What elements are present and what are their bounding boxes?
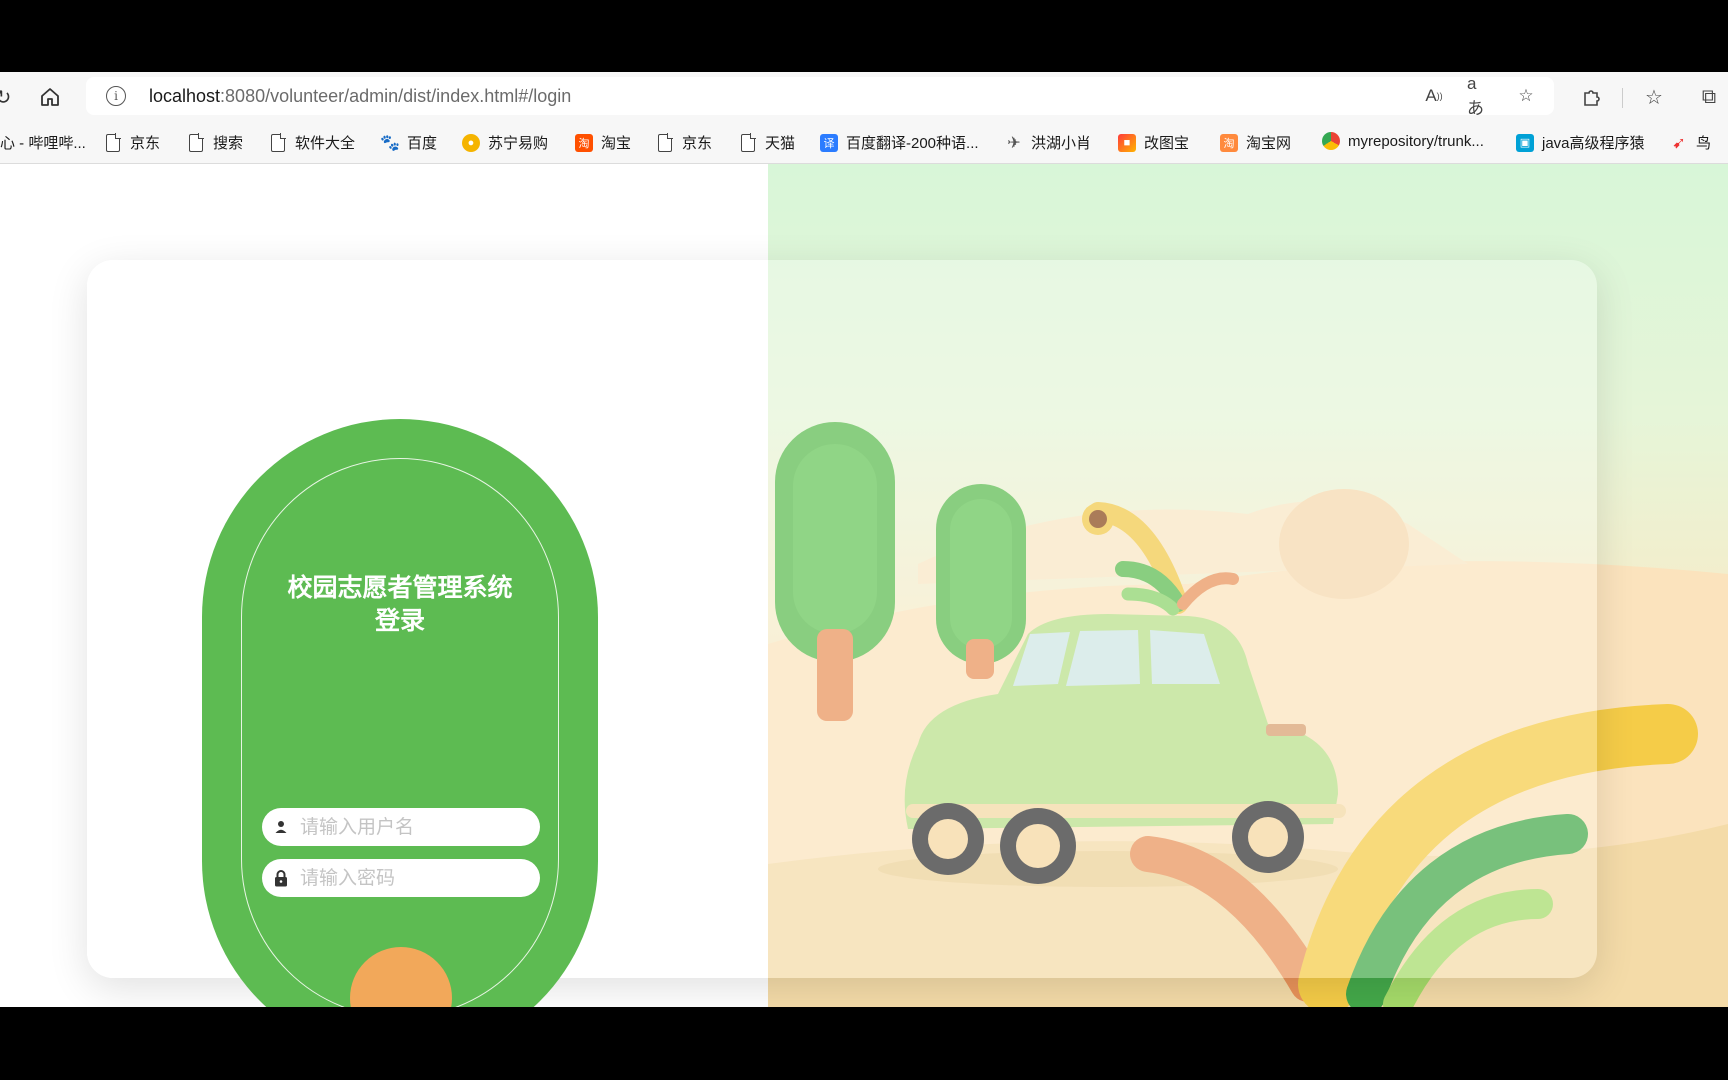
bookmark-item[interactable]: ➹ 鸟 [1670, 132, 1711, 153]
password-field[interactable] [262, 859, 540, 897]
bookmark-item[interactable]: 淘淘宝网 [1220, 132, 1291, 153]
gaitubao-icon: ■ [1118, 133, 1136, 152]
bookmark-item[interactable]: myrepository/trunk... [1322, 132, 1484, 150]
bird-icon: ➹ [1672, 134, 1686, 152]
chrome-icon [1322, 132, 1340, 150]
page-icon [271, 132, 286, 152]
bookmark-item[interactable]: ✈ 洪湖小肖 [1005, 132, 1091, 153]
taobao-icon: 淘 [1220, 133, 1238, 152]
page-icon [658, 132, 673, 152]
bookmark-item[interactable]: 京东 [106, 132, 160, 153]
password-input[interactable] [300, 867, 520, 889]
baidu-paw-icon: 🐾 [380, 134, 400, 152]
page-title: 校园志愿者管理系统登录 [287, 573, 513, 635]
taobao-icon: 淘 [575, 133, 593, 152]
bookmark-item[interactable]: 天猫 [741, 132, 795, 153]
eagle-icon: ✈ [1007, 134, 1021, 152]
bookmark-item[interactable]: ● 苏宁易购 [462, 132, 548, 153]
browser-toolbar: ↻ i localhost:8080/volunteer/admin/dist/… [0, 72, 1728, 122]
home-icon[interactable] [35, 82, 65, 112]
address-bar[interactable]: i localhost:8080/volunteer/admin/dist/in… [86, 74, 1554, 118]
page-icon [189, 132, 204, 152]
bookmark-item[interactable]: ■ 改图宝 [1118, 132, 1189, 153]
bilibili-icon: ▣ [1516, 133, 1534, 152]
url-text[interactable]: localhost:8080/volunteer/admin/dist/inde… [149, 86, 571, 107]
extensions-icon[interactable] [1577, 84, 1605, 110]
page-viewport: 校园志愿者管理系统登录 [0, 164, 1728, 1007]
username-input[interactable] [300, 816, 520, 838]
site-info-icon[interactable]: i [106, 86, 126, 106]
read-aloud-icon[interactable]: A)) [1421, 84, 1447, 108]
bookmark-item[interactable]: 软件大全 [271, 132, 355, 153]
collections-icon[interactable]: ⧉ [1695, 84, 1723, 110]
bookmark-item[interactable]: 译百度翻译-200种语... [820, 132, 979, 153]
lock-icon [262, 869, 300, 887]
login-form-panel: 校园志愿者管理系统登录 [202, 419, 598, 1007]
bookmark-item[interactable]: 搜索 [189, 132, 243, 153]
suning-lion-icon: ● [462, 133, 480, 152]
favorites-icon[interactable]: ☆ [1640, 84, 1668, 110]
refresh-icon[interactable]: ↻ [0, 82, 18, 112]
add-favorite-icon[interactable]: ☆ [1513, 84, 1539, 108]
bookmarks-bar: 心 - 哔哩哔... 京东 搜索 软件大全 🐾 百度 ● 苏宁易购 淘淘宝 京东 天… [0, 122, 1728, 164]
username-field[interactable] [262, 808, 540, 846]
user-icon [262, 820, 300, 834]
bookmark-item[interactable]: 心 - 哔哩哔... [0, 132, 86, 153]
inner-outline [241, 458, 559, 1007]
bookmark-item[interactable]: ▣ java高级程序猿 [1516, 132, 1645, 153]
page-icon [741, 132, 756, 152]
baidu-translate-icon: 译 [820, 133, 838, 152]
bookmark-item[interactable]: 淘淘宝 [575, 132, 631, 153]
translate-icon[interactable]: aあ [1467, 74, 1493, 118]
toolbar-divider [1622, 88, 1623, 108]
page-icon [106, 132, 121, 152]
bookmark-item[interactable]: 🐾 百度 [380, 132, 437, 153]
bookmark-item[interactable]: 京东 [658, 132, 712, 153]
